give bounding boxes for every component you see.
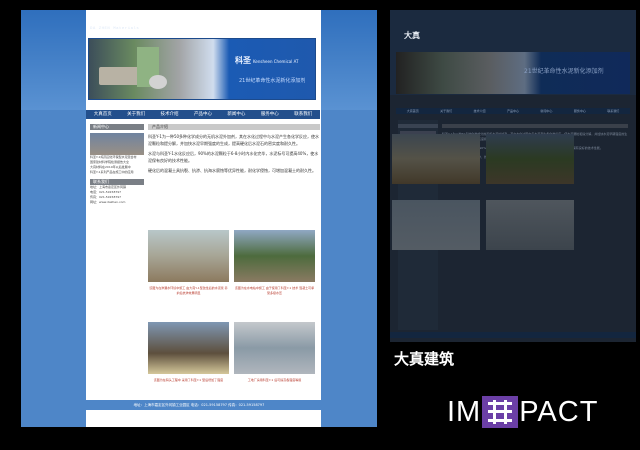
- nav-item-about[interactable]: 关于我们: [119, 110, 152, 119]
- product-photo[interactable]: [234, 322, 315, 374]
- footer-copyright: 版权所有 上海大真建筑工程技术有限公司 沪ICP备号: [158, 421, 240, 425]
- logo-text: 大真: [90, 14, 115, 28]
- site-banner: 科圣 Kensheen Chemical AT 21世纪革命性水泥新化添加剂: [88, 38, 316, 100]
- sidebar-title: 新闻中心: [90, 124, 144, 130]
- dark-banner-slogan: 21世纪革命性水泥新化添加剂: [524, 68, 604, 75]
- dark-content-title: [442, 124, 628, 128]
- sidebar: 新闻中心 科圣Y-1纯高固化环保型水泥混合材 国家建材科学院检测报告大全 大真材…: [90, 124, 144, 205]
- photo-caption: 该图为在水电站中施工 由于使用了科圣Y-1 技术 混凝土可承受多级水压: [234, 286, 315, 295]
- impact-logo-left: IM: [447, 395, 482, 428]
- dark-banner: 21世纪革命性水泥新化添加剂: [396, 52, 630, 94]
- nav-item-contact[interactable]: 联系我们: [287, 110, 320, 119]
- dark-footer: [390, 332, 636, 338]
- dark-photo: [392, 200, 480, 250]
- logo-small: 材料: [116, 19, 131, 27]
- contact-line[interactable]: 网址：www.dazhen.com: [90, 200, 144, 205]
- impact-logo-right: PACT: [519, 395, 599, 428]
- main-content: 产品介绍 科圣Y-1为一种50多种化学成分的无机水泥外加剂，其在水化过程中与水泥…: [148, 124, 320, 175]
- drum-icon: [149, 75, 167, 89]
- content-paragraph: 硬化后的混凝土具抗裂、抗渗、抗海水腐蚀等优异性能，耐化学侵蚀，可增加混凝土的耐久…: [148, 168, 316, 173]
- dark-photo: [486, 134, 574, 184]
- logo-subtitle: DA ZHEN Materials: [90, 27, 140, 31]
- dark-nav-item: 产品中心: [506, 109, 519, 113]
- dark-nav: 大真首页 关于我们 技术介绍 产品中心 新闻中心 服务中心 联系我们: [396, 108, 630, 114]
- content-title: 产品介绍: [148, 124, 320, 130]
- product-photo[interactable]: [148, 230, 229, 282]
- brand-title: 大真建筑: [394, 350, 455, 368]
- dark-nav-item: 新闻中心: [540, 109, 553, 113]
- photo-caption: 该图为在渗漏水环境中施工 由大真Y-1型改性后的水泥浆 养护后抗渗效果明显: [149, 286, 228, 295]
- truck-icon: [99, 67, 139, 85]
- photo-caption: 该图为在码头工程中 采用了科圣Y-1 型后增加了强度: [153, 378, 224, 382]
- impact-logo: IM PACT: [447, 394, 598, 430]
- nav-item-products[interactable]: 产品中心: [186, 110, 219, 119]
- dark-photo: [486, 200, 574, 250]
- sidebar-image: [90, 133, 144, 155]
- footer-address: 地址：上海市嘉定区外冈镇工业园区 电话：021-59158797 传真：021-…: [21, 400, 377, 410]
- nav-item-service[interactable]: 服务中心: [253, 110, 286, 119]
- dark-sidebar-title: [398, 124, 438, 128]
- nav-item-news[interactable]: 新闻中心: [220, 110, 253, 119]
- dark-logo: 大真: [404, 30, 420, 40]
- dark-nav-item: 联系我们: [607, 109, 620, 113]
- sidebar-item[interactable]: 科圣Y-1系列产品在施工中的应用: [90, 170, 144, 175]
- product-photo[interactable]: [234, 230, 315, 282]
- site-preview-dark: 大真 21世纪革命性水泥新化添加剂 大真首页 关于我们 技术介绍 产品中心 新闻…: [390, 10, 636, 342]
- content-paragraph: 水泥与科圣Y-1水化反应后，90%的水泥颗粒于6-8小时内水化完毕，水泥标号可提…: [148, 151, 319, 163]
- banner-slogan: 21世纪革命性水泥新化添加剂: [239, 78, 306, 84]
- nav-item-tech[interactable]: 技术介绍: [153, 110, 186, 119]
- content-paragraph: 科圣Y-1为一种50多种化学成分的无机水泥外加剂，其在水化过程中与水泥产生各化学…: [148, 134, 320, 146]
- product-photo[interactable]: [148, 322, 229, 374]
- banner-title: 科圣 Kensheen Chemical AT: [235, 56, 299, 65]
- nav-item-home[interactable]: 大真首页: [86, 110, 119, 119]
- dark-nav-item: 关于我们: [440, 109, 453, 113]
- site-nav: 大真首页 关于我们 技术介绍 产品中心 新闻中心 服务中心 联系我们: [86, 110, 320, 119]
- dark-nav-item: 技术介绍: [473, 109, 486, 113]
- impact-mark-icon: [482, 396, 519, 428]
- dark-nav-item: 服务中心: [573, 109, 586, 113]
- dark-photo: [392, 134, 480, 184]
- dark-nav-item: 大真首页: [406, 109, 419, 113]
- photo-caption: 工地厂房用科圣Y-1 后可提高各强度等级: [247, 378, 302, 382]
